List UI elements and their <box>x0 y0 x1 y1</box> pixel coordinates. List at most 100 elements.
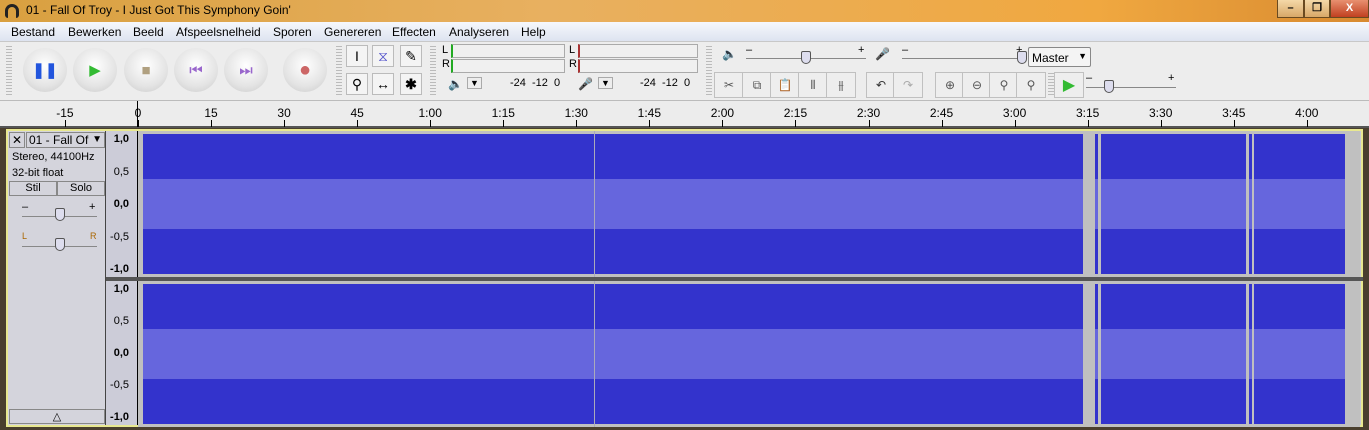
toolbar-grip[interactable] <box>336 46 342 96</box>
solo-button[interactable]: Solo <box>57 181 105 196</box>
menu-analyseren[interactable]: Analyseren <box>449 25 509 39</box>
scissors-icon: ✂ <box>723 78 735 92</box>
track-name-menu[interactable]: 01 - Fall Of ▼ <box>26 132 105 148</box>
maximize-button[interactable]: ❐ <box>1304 0 1330 18</box>
ibeam-icon: I <box>355 48 359 64</box>
amplitude-label: -0,5 <box>110 230 129 243</box>
timeline-ruler[interactable]: -15 0 15 30 45 1:00 1:15 1:30 1:45 2:00 2:15 2:30 2:… <box>0 100 1369 128</box>
zoom-out-icon: ⊖ <box>971 78 983 92</box>
fit-project-button[interactable]: ⚲ <box>1016 72 1046 98</box>
ruler-label: 45 <box>350 106 364 120</box>
menu-effecten[interactable]: Effecten <box>392 25 436 39</box>
playback-meter-right[interactable] <box>451 59 565 73</box>
skip-start-icon: ⏮ <box>189 61 203 79</box>
mute-button[interactable]: Stil <box>9 181 57 196</box>
copy-button[interactable]: ⧉ <box>742 72 772 98</box>
redo-button[interactable]: ↷ <box>893 72 923 98</box>
ruler-tick <box>576 120 578 127</box>
output-volume-slider[interactable] <box>746 51 866 64</box>
record-icon: ● <box>298 58 312 81</box>
play-speed-slider[interactable] <box>1086 80 1176 93</box>
ruler-tick <box>284 120 286 127</box>
trim-button[interactable]: ✂ <box>714 72 744 98</box>
paste-icon: 📋 <box>777 78 793 92</box>
record-meter-menu[interactable]: ▼ <box>598 77 613 89</box>
record-button[interactable]: ● <box>283 48 327 92</box>
multi-tool[interactable]: ✱ <box>400 73 422 95</box>
waveform-trim-icon: ⫴ <box>810 77 816 92</box>
ruler-tick <box>211 120 213 127</box>
menu-afspeelsnelheid[interactable]: Afspeelsnelheid <box>176 25 261 39</box>
selection-tool[interactable]: I <box>346 45 368 67</box>
toolbar-grip[interactable] <box>6 46 12 96</box>
chevron-down-icon: ▼ <box>92 134 102 145</box>
collapse-track-button[interactable]: △ <box>9 409 105 424</box>
ruler-tick <box>1306 120 1308 127</box>
double-arrow-icon: ↔ <box>376 76 390 92</box>
speaker-icon: 🔈 <box>448 77 463 91</box>
microphone-icon: 🎤 <box>875 47 890 61</box>
menu-bewerken[interactable]: Bewerken <box>68 25 121 39</box>
playback-meter-menu[interactable]: ▼ <box>467 77 482 89</box>
waveform-silence-icon: ⫵ <box>838 77 844 92</box>
timeshift-tool[interactable]: ↔ <box>372 73 394 95</box>
slider-thumb[interactable] <box>1017 51 1027 64</box>
skip-start-button[interactable]: ⏮ <box>174 48 218 92</box>
toolbar-grip[interactable] <box>706 73 712 97</box>
meter-left-label: L <box>569 44 576 56</box>
menu-beeld[interactable]: Beeld <box>133 25 164 39</box>
input-source-select[interactable]: Master ▼ <box>1028 47 1091 67</box>
draw-tool[interactable]: ✎ <box>400 45 422 67</box>
menu-sporen[interactable]: Sporen <box>273 25 312 39</box>
window-title: 01 - Fall Of Troy - I Just Got This Symp… <box>26 3 291 17</box>
record-meter-right[interactable] <box>578 59 698 73</box>
waveform-left-channel[interactable] <box>138 131 1360 277</box>
input-source-value: Master <box>1032 51 1069 65</box>
playback-meter-left[interactable] <box>451 44 565 58</box>
trim-outside-button[interactable]: ⫴ <box>798 72 828 98</box>
playhead-marker[interactable] <box>137 101 138 127</box>
envelope-tool[interactable]: ⧖ <box>372 45 394 67</box>
undo-button[interactable]: ↶ <box>866 72 896 98</box>
minimize-button[interactable]: – <box>1277 0 1304 18</box>
envelope-icon: ⧖ <box>378 47 388 64</box>
headphones-icon <box>5 4 19 18</box>
ruler-label: 0 <box>134 106 142 120</box>
input-volume-slider[interactable] <box>902 51 1027 64</box>
gain-slider[interactable] <box>22 208 97 221</box>
close-track-button[interactable]: ✕ <box>9 132 25 148</box>
toolbar-grip[interactable] <box>430 46 436 96</box>
close-button[interactable]: X <box>1330 0 1369 18</box>
ruler-label: 3:15 <box>1075 106 1100 120</box>
ruler-tick <box>1233 120 1235 127</box>
amplitude-label: 0,0 <box>113 347 129 359</box>
menu-help[interactable]: Help <box>521 25 546 39</box>
paste-button[interactable]: 📋 <box>770 72 800 98</box>
ruler-label: 2:30 <box>856 106 881 120</box>
menu-genereren[interactable]: Genereren <box>324 25 381 39</box>
stop-button[interactable]: ■ <box>124 48 168 92</box>
slider-thumb[interactable] <box>54 238 65 251</box>
silence-button[interactable]: ⫵ <box>826 72 856 98</box>
pan-slider[interactable] <box>22 238 97 251</box>
menu-bestand[interactable]: Bestand <box>11 25 55 39</box>
record-meter-left[interactable] <box>578 44 698 58</box>
playback-meter-scale: -24 -12 0 <box>510 77 561 89</box>
play-at-speed-button[interactable]: ▶ <box>1054 72 1084 98</box>
play-icon: ▶ <box>89 62 101 79</box>
meter-left-label: L <box>442 44 449 56</box>
slider-thumb[interactable] <box>54 208 65 221</box>
waveform-right-channel[interactable] <box>138 281 1360 427</box>
track-name: 01 - Fall Of <box>29 133 89 147</box>
play-button[interactable]: ▶ <box>73 48 117 92</box>
slider-thumb[interactable] <box>1103 80 1114 93</box>
zoom-fit-project-icon: ⚲ <box>1026 78 1036 92</box>
slider-thumb[interactable] <box>801 51 811 64</box>
fit-selection-button[interactable]: ⚲ <box>989 72 1019 98</box>
zoom-in-button[interactable]: ⊕ <box>935 72 965 98</box>
pause-button[interactable]: ❚❚ <box>23 48 67 92</box>
zoom-out-button[interactable]: ⊖ <box>962 72 992 98</box>
skip-end-button[interactable]: ⏭ <box>224 48 268 92</box>
zoom-tool[interactable]: ⚲ <box>346 73 368 95</box>
ruler-label: 3:45 <box>1222 106 1246 120</box>
